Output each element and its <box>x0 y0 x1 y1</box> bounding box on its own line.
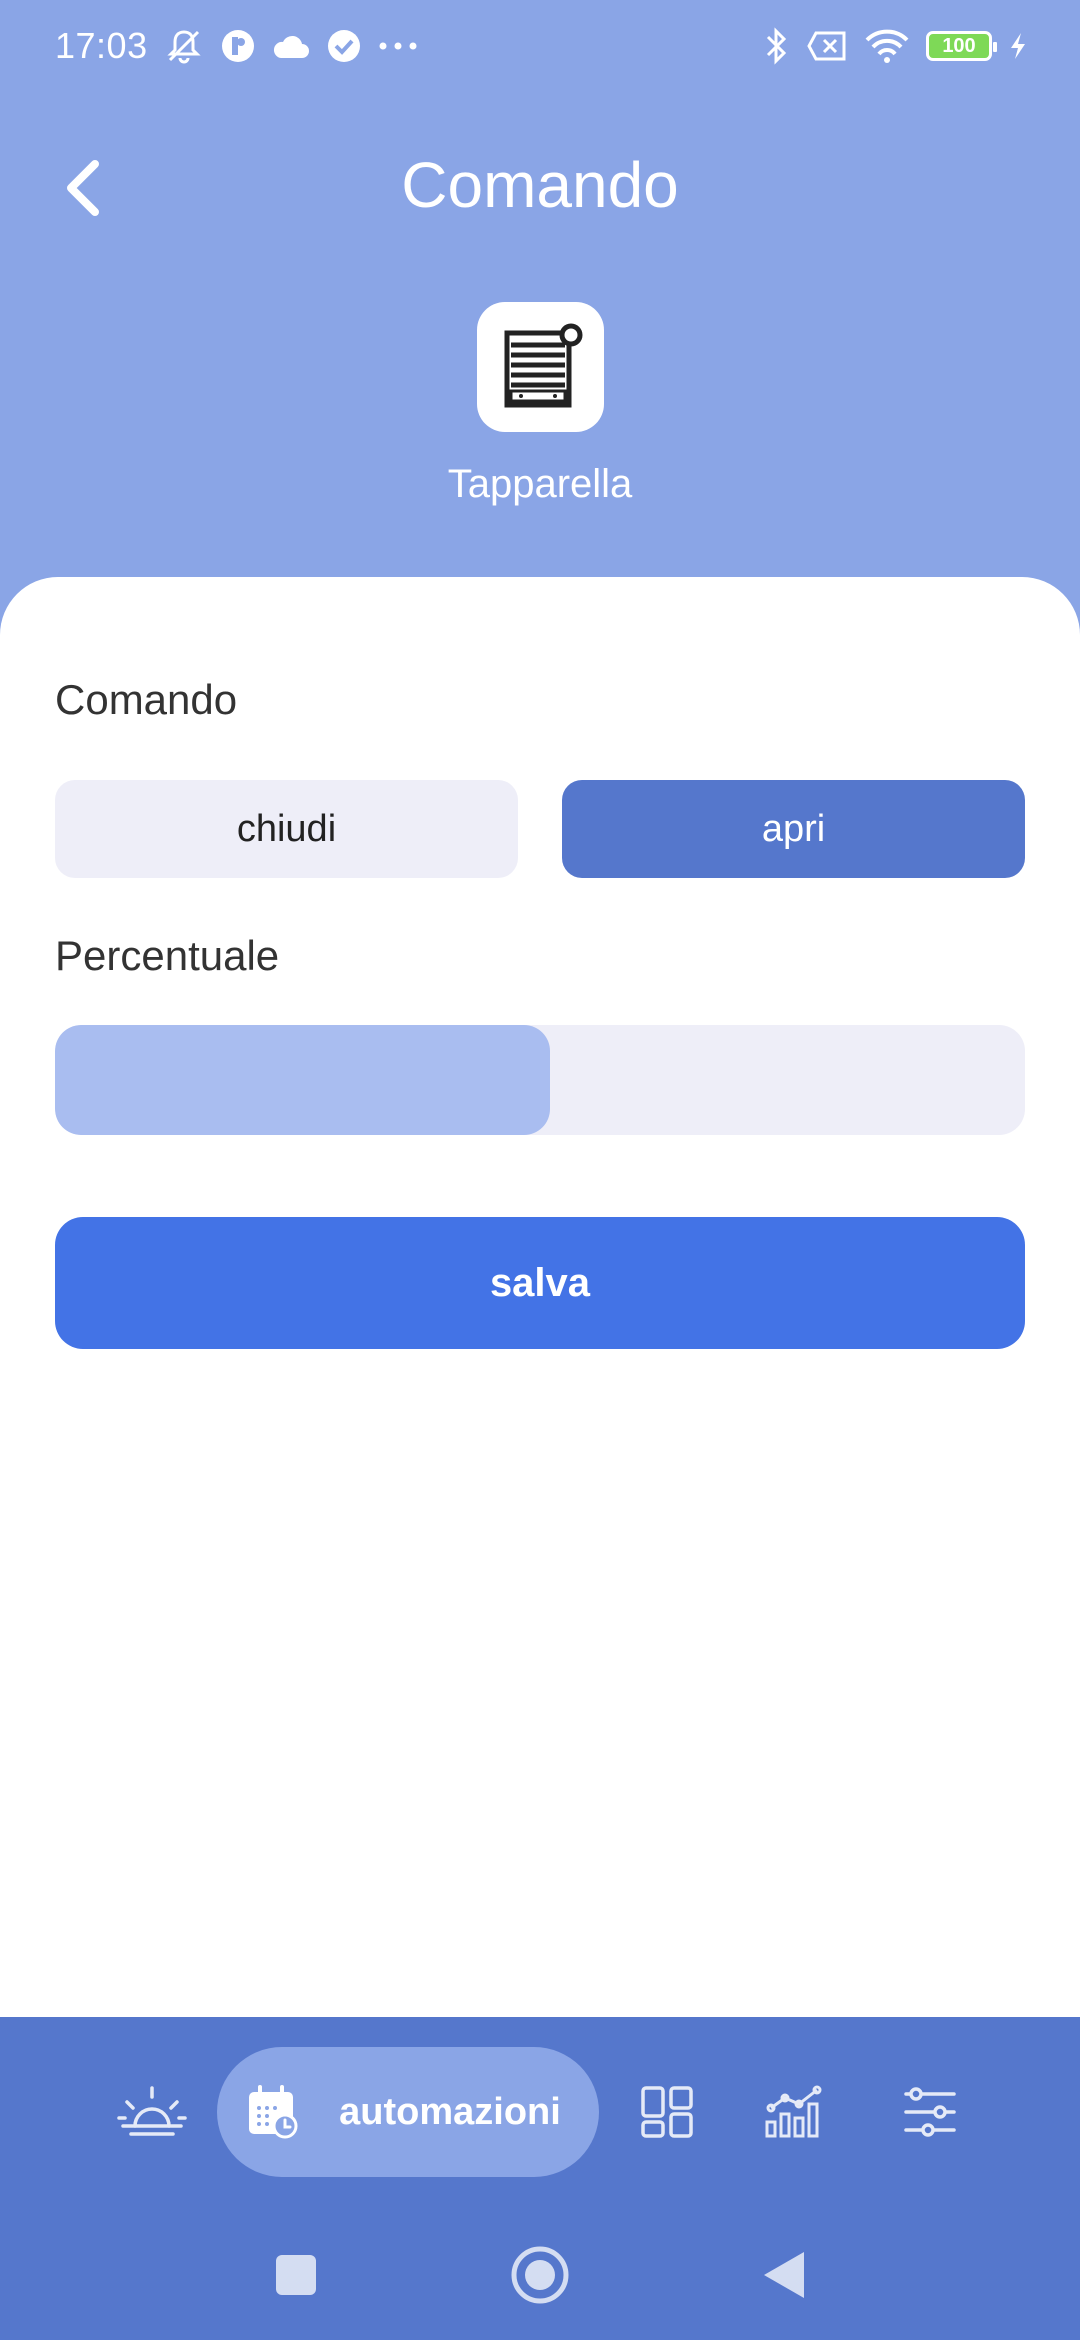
status-bar-right: 100 <box>762 27 1028 65</box>
home-button[interactable] <box>500 2230 580 2320</box>
status-bar-left: 17:03 <box>55 25 418 67</box>
status-time: 17:03 <box>55 25 148 66</box>
chart-icon <box>765 2085 822 2138</box>
calendar-clock-icon <box>249 2085 298 2139</box>
dashboard-icon <box>641 2086 693 2138</box>
recents-button[interactable] <box>256 2230 336 2320</box>
wifi-icon <box>864 28 910 64</box>
page-title: Comando <box>401 149 679 221</box>
close-button[interactable]: chiudi <box>55 780 518 878</box>
check-icon <box>326 28 362 64</box>
back-nav-button[interactable] <box>744 2230 824 2320</box>
nav-chart[interactable] <box>746 2047 846 2177</box>
sunrise-icon <box>117 2086 187 2136</box>
nav-automazioni[interactable]: automazioni <box>217 2047 599 2177</box>
command-label: Comando <box>55 676 238 723</box>
close-button-label: chiudi <box>236 807 337 850</box>
save-button[interactable]: salva <box>55 1217 1025 1349</box>
nav-sunrise[interactable] <box>100 2047 204 2177</box>
app-icon <box>220 28 256 64</box>
square-icon <box>276 2255 316 2295</box>
open-button-label: apri <box>761 807 826 850</box>
header: Comando <box>0 120 1080 260</box>
status-bar: 17:03 100 <box>0 0 1080 92</box>
percentage-slider[interactable] <box>55 1025 1025 1135</box>
device-icon-box <box>477 302 604 432</box>
cloud-icon <box>272 32 310 60</box>
nav-settings[interactable] <box>880 2047 980 2177</box>
nav-dashboard[interactable] <box>620 2047 714 2177</box>
mute-icon <box>164 26 204 66</box>
no-sim-icon <box>806 30 848 62</box>
nav-automazioni-label: automazioni <box>339 2090 561 2133</box>
percentage-label: Percentuale <box>55 932 280 979</box>
bluetooth-icon <box>762 27 790 65</box>
more-icon <box>378 41 418 51</box>
percentage-slider-fill <box>55 1025 550 1135</box>
sliders-icon <box>904 2087 956 2137</box>
save-button-label: salva <box>489 1260 591 1305</box>
open-button[interactable]: apri <box>562 780 1025 878</box>
charging-icon <box>1008 31 1028 61</box>
battery-icon: 100 <box>926 31 997 61</box>
triangle-back-icon <box>764 2252 804 2298</box>
device-name: Tapparella <box>447 462 633 506</box>
circle-icon <box>511 2246 569 2304</box>
battery-level: 100 <box>942 34 976 57</box>
system-navigation <box>0 2230 1080 2320</box>
roller-shutter-icon <box>504 323 582 408</box>
